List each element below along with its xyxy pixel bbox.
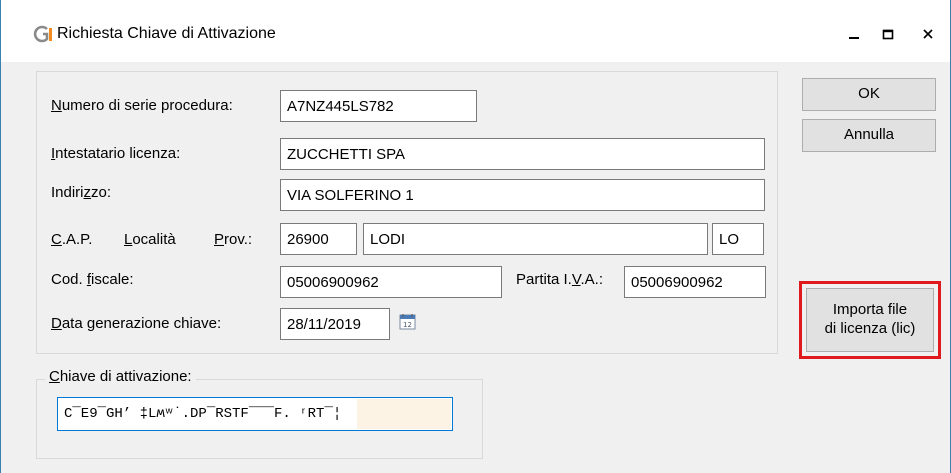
holder-label: Intestatario licenza: <box>51 145 181 162</box>
svg-text:12: 12 <box>403 321 412 329</box>
ok-button[interactable]: OK <box>802 78 936 111</box>
fiscal-code-label: Cod. fiscale: <box>51 271 134 288</box>
app-logo-icon <box>33 25 52 43</box>
address-field[interactable]: VIA SOLFERINO 1 <box>280 179 765 211</box>
cancel-button[interactable]: Annulla <box>802 119 936 152</box>
city-label: Località <box>124 231 176 248</box>
serial-label: Numero di serie procedura: <box>51 97 233 114</box>
title-bar[interactable]: Richiesta Chiave di Attivazione <box>1 0 950 62</box>
generation-date-field[interactable]: 28/11/2019 <box>280 308 390 340</box>
dialog-window: Richiesta Chiave di Attivazione Numero d… <box>0 0 951 473</box>
serial-number-field[interactable]: A7NZ445LS782 <box>280 90 477 122</box>
calendar-icon[interactable]: 12 <box>399 313 416 330</box>
address-label: Indirizzo: <box>51 184 112 201</box>
minimize-button[interactable] <box>840 22 868 46</box>
key-selection-highlight <box>357 399 451 429</box>
maximize-icon <box>882 29 894 40</box>
province-field[interactable]: LO <box>712 223 764 255</box>
cap-field[interactable]: 26900 <box>280 223 357 255</box>
province-label: Prov.: <box>214 231 253 248</box>
minimize-icon <box>849 37 859 39</box>
fiscal-code-field[interactable]: 05006900962 <box>280 266 502 298</box>
cap-label: C.A.P. <box>51 231 93 248</box>
license-holder-field[interactable]: ZUCCHETTI SPA <box>280 138 765 170</box>
import-license-button[interactable]: Importa file di licenza (lic) <box>806 288 934 352</box>
close-button[interactable] <box>914 22 942 46</box>
city-field[interactable]: LODI <box>363 223 708 255</box>
window-title: Richiesta Chiave di Attivazione <box>57 25 276 42</box>
vat-label: Partita I.V.A.: <box>516 271 604 288</box>
maximize-button[interactable] <box>874 22 902 46</box>
date-label: Data generazione chiave: <box>51 315 222 332</box>
import-button-label: Importa file di licenza (lic) <box>824 301 916 337</box>
activation-key-label: Chiave di attivazione: <box>45 368 196 385</box>
close-icon <box>923 29 933 39</box>
vat-number-field[interactable]: 05006900962 <box>624 266 766 298</box>
